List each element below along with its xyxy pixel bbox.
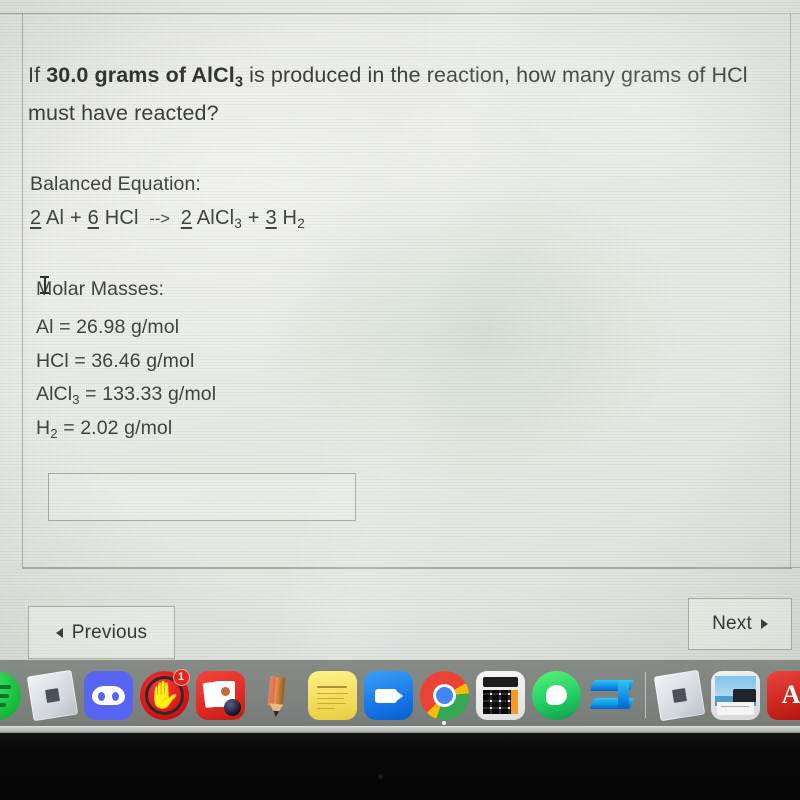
mm-value-2: 133.33 [102,383,163,405]
next-button[interactable]: Next [688,598,792,650]
mm-equals-2: = [85,383,97,405]
chrome-icon [419,670,469,720]
file-transfer-icon [588,671,637,720]
dock-item-spotify[interactable] [0,664,24,726]
dock-item-whatsapp[interactable] [528,664,584,726]
dock-item-photobooth[interactable] [192,664,248,726]
laptop-bottom-bezel [0,730,800,800]
coefficient-h2: 3 [265,207,277,229]
dock-item-roblox[interactable] [24,664,80,726]
mm-species-2: AlCl [36,383,73,405]
question-text: If 30.0 grams of AlCl3 is produced in th… [28,56,778,132]
discord-icon [83,670,133,720]
coefficient-hcl: 6 [87,207,99,229]
mm-unit-2: g/mol [167,383,217,405]
chevron-left-icon [55,627,63,638]
mm-value-0: 26.98 [76,316,126,338]
dock-item-discord[interactable] [80,664,136,726]
facetime-icon [363,670,413,720]
dock-item-chrome[interactable] [416,664,472,726]
text-cursor-ibeam [40,275,49,295]
pencil-icon [252,671,301,720]
balanced-equation: 2 Al + 6 HCl --> 2 AlCl3 + 3 H2 [30,207,305,230]
dock-item-hand[interactable]: 1 [136,664,192,726]
roblox-icon [26,669,78,721]
photos-icon [710,670,760,720]
mm-equals-3: = [63,416,75,439]
question-bold-subscript: 3 [234,74,244,91]
plus-2: + [247,207,260,229]
reaction-arrow: --> [149,210,171,228]
mm-species-1: HCl [36,349,69,372]
mm-species-0: Al [36,316,54,338]
mm-sub-3: 2 [50,425,58,441]
macos-dock: 1 [0,660,800,730]
formula-alcl3-subscript: 3 [234,216,243,232]
dock-item-bluefiles[interactable] [584,664,640,726]
roblox-icon-2 [653,669,705,721]
formula-h2: H2 [282,207,305,232]
coefficient-alcl3: 2 [180,207,193,229]
molar-mass-row: HCl = 36.46 g/mol [36,345,216,379]
mm-equals-1: = [74,349,86,372]
question-bold-part: 30.0 grams of AlCl3 [46,63,244,91]
dock-item-calculator[interactable] [472,664,528,726]
question-bold-text: 30.0 grams of AlCl [46,63,235,87]
formula-h2-subscript: 2 [297,216,305,232]
question-card-bottom-border [22,568,792,569]
mm-unit-3: g/mol [124,416,173,439]
mm-value-3: 2.02 [80,416,119,439]
formula-h2-base: H [282,207,298,229]
coefficient-al: 2 [30,207,42,229]
balanced-equation-label: Balanced Equation: [30,173,201,195]
acrobat-icon [766,670,800,720]
chevron-right-icon [760,619,768,629]
molar-mass-row: AlCl3 = 133.33 g/mol [36,378,216,412]
mm-unit-1: g/mol [146,349,195,372]
mm-sub-2: 3 [72,391,80,407]
hand-icon: 1 [139,668,190,720]
mm-unit-0: g/mol [130,316,180,338]
formula-alcl3: AlCl3 [196,207,243,232]
whatsapp-icon [531,670,581,720]
photo-booth-icon [195,670,245,720]
notification-badge: 1 [172,668,190,686]
mm-equals-0: = [59,316,71,338]
dock-item-facetime[interactable] [360,664,416,726]
formula-al: Al [45,207,65,229]
plus-1: + [69,207,82,229]
dock-separator [645,672,646,718]
spotify-icon [0,670,21,720]
previous-button-label: Previous [71,621,148,643]
calculator-icon [475,670,525,720]
mm-value-1: 36.46 [91,349,141,372]
molar-mass-row: H2 = 2.02 g/mol [36,412,216,446]
formula-hcl: HCl [104,207,139,229]
notes-icon [307,670,357,720]
molar-mass-row: Al = 26.98 g/mol [36,311,216,345]
question-card-right-border [790,14,791,569]
previous-button[interactable]: Previous [28,606,175,659]
molar-masses-list: Al = 26.98 g/mol HCl = 36.46 g/mol AlCl3… [36,311,216,445]
formula-alcl3-base: AlCl [196,207,235,229]
dock-item-acrobat[interactable] [763,664,800,726]
answer-input[interactable] [48,473,356,521]
laptop-screen-photo: If 30.0 grams of AlCl3 is produced in th… [0,0,800,800]
next-button-label: Next [712,613,752,634]
question-lead: If [28,63,47,87]
dock-item-photos[interactable] [707,664,763,726]
molar-masses-label: Molar Masses: [36,278,165,300]
dock-item-pencil[interactable] [248,664,304,726]
mm-species-3: H [36,416,51,439]
dock-item-roblox2[interactable] [651,664,707,726]
running-indicator-dot [442,721,446,725]
dock-item-notes[interactable] [304,664,360,726]
